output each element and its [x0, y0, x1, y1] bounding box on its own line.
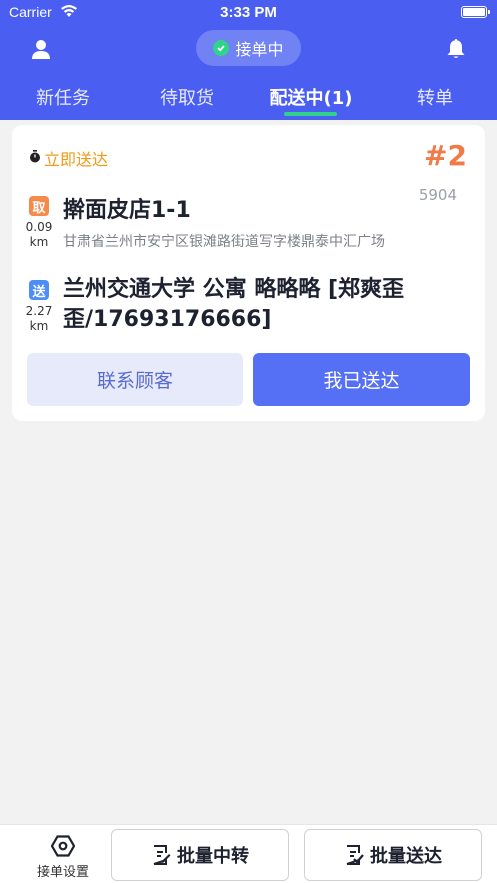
- active-tab-indicator: [284, 112, 337, 116]
- batch-deliver-button[interactable]: 批量送达: [304, 829, 482, 881]
- order-card[interactable]: 立即送达 #2 5904 取 0.09 km 擀面皮店1-1 甘肃省兰州市安宁区…: [12, 125, 485, 421]
- tab-delivering[interactable]: 配送中(1): [265, 84, 357, 110]
- bottom-action-bar: 接单设置 批量中转 批量送达: [0, 824, 497, 883]
- contact-customer-button[interactable]: 联系顾客: [27, 353, 243, 406]
- customer-address: 兰州交通大学 公寓 略略略 [郑爽歪歪/17693176666]: [63, 277, 405, 332]
- status-bar: Carrier 3:33 PM: [0, 0, 497, 26]
- dropoff-distance: 2.27 km: [19, 304, 59, 334]
- shop-address: 甘肃省兰州市安宁区银滩路街道写字楼鼎泰中汇广场: [63, 234, 385, 250]
- batch-deliver-label: 批量送达: [370, 846, 442, 867]
- pickup-distance-unit: km: [29, 235, 49, 249]
- app-header: Carrier 3:33 PM 接单中 新任务 待取货 配送中(1) 转单: [0, 0, 497, 120]
- settings-icon[interactable]: [51, 835, 75, 857]
- document-edit-icon: [153, 845, 171, 865]
- accepting-orders-toggle[interactable]: 接单中: [196, 30, 301, 66]
- order-settings-label[interactable]: 接单设置: [22, 861, 104, 880]
- bell-icon[interactable]: [444, 37, 468, 61]
- user-icon[interactable]: [29, 37, 53, 61]
- document-check-icon: [346, 845, 364, 865]
- tab-new-tasks[interactable]: 新任务: [33, 84, 93, 110]
- tab-transfer[interactable]: 转单: [414, 84, 456, 110]
- shop-name: 擀面皮店1-1: [63, 198, 191, 223]
- batch-transfer-button[interactable]: 批量中转: [111, 829, 289, 881]
- dropoff-badge: 送: [29, 280, 49, 300]
- mark-delivered-button[interactable]: 我已送达: [253, 353, 470, 406]
- pickup-distance: 0.09 km: [19, 220, 59, 250]
- check-circle-icon: [213, 40, 230, 56]
- pickup-badge: 取: [29, 196, 49, 216]
- status-pill-label: 接单中: [235, 40, 284, 59]
- pickup-distance-value: 0.09: [25, 220, 53, 234]
- battery-icon: [461, 6, 490, 18]
- dropoff-distance-value: 2.27: [25, 304, 53, 318]
- dropoff-distance-unit: km: [29, 319, 49, 333]
- batch-transfer-label: 批量中转: [177, 846, 249, 867]
- order-id: 5904: [418, 186, 457, 204]
- order-tabs: 新任务 待取货 配送中(1) 转单: [0, 84, 497, 120]
- tab-awaiting-pickup[interactable]: 待取货: [157, 84, 217, 110]
- clock: 3:33 PM: [220, 4, 277, 21]
- delivery-type-label: 立即送达: [44, 150, 109, 169]
- order-sequence-number: #2: [424, 139, 467, 172]
- stopwatch-icon: [30, 150, 40, 163]
